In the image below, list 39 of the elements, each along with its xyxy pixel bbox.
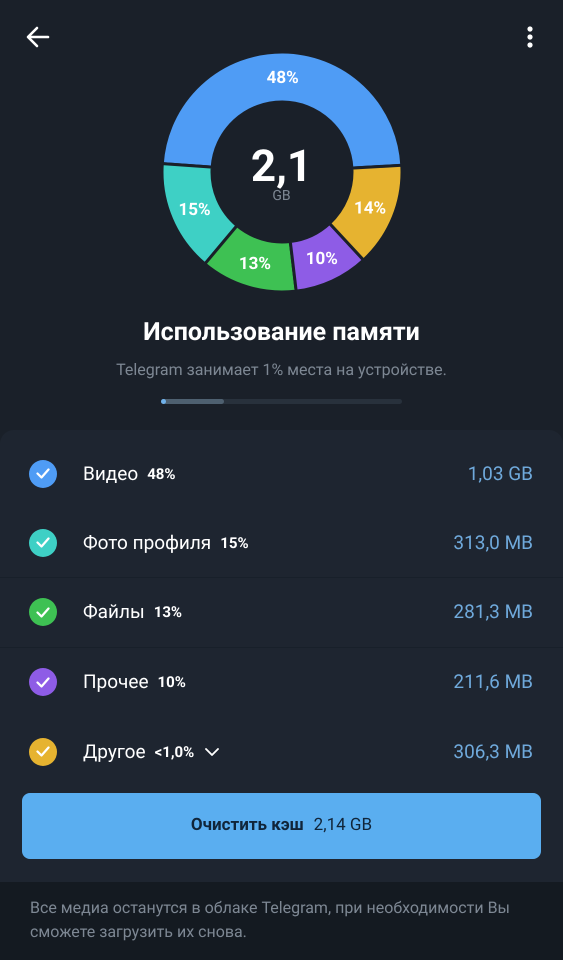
more-icon[interactable] — [526, 26, 534, 48]
slice-label: 15% — [178, 200, 210, 220]
category-name: Фото профиля — [83, 530, 212, 556]
back-icon[interactable] — [26, 26, 50, 48]
total-unit: GB — [272, 188, 291, 204]
screen-title: Использование памяти — [143, 318, 420, 348]
check-icon — [36, 468, 50, 480]
check-icon — [36, 537, 50, 548]
category-percent: 48% — [147, 464, 176, 484]
chevron-down-icon[interactable] — [205, 748, 220, 756]
category-name: Видео — [83, 460, 138, 486]
category-size: 313,0 MB — [453, 530, 533, 556]
checkbox[interactable] — [29, 460, 57, 488]
total-size: 2,1 — [250, 144, 312, 188]
slice-label: 14% — [354, 198, 386, 219]
category-name: Другое — [83, 738, 146, 764]
category-percent: 15% — [220, 532, 249, 554]
clear-cache-button[interactable]: Очистить кэш 2,14 GB — [22, 792, 541, 858]
storage-description: Telegram занимает 1% места на устройстве. — [116, 359, 447, 381]
category-percent: 10% — [158, 672, 186, 693]
checkbox[interactable] — [29, 528, 57, 557]
check-icon — [36, 746, 50, 758]
checkbox[interactable] — [29, 738, 57, 766]
category-percent: <1,0% — [154, 742, 194, 762]
category-size: 306,3 MB — [453, 738, 533, 764]
slice-label: 48% — [266, 68, 298, 88]
slice-label: 13% — [238, 254, 270, 274]
check-icon — [36, 676, 50, 688]
category-name: Прочее — [83, 669, 149, 695]
category-size: 211,6 MB — [453, 669, 533, 695]
footer-note: Все медиа останутся в облаке Telegram, при необходимости Вы сможете загрузить их снова. — [30, 897, 511, 943]
category-size: 281,3 MB — [453, 599, 533, 625]
checkbox[interactable] — [29, 668, 57, 696]
checkbox[interactable] — [29, 598, 57, 626]
category-name: Файлы — [83, 599, 145, 625]
category-percent: 13% — [154, 602, 182, 623]
check-icon — [36, 606, 50, 618]
slice-label: 10% — [305, 249, 338, 270]
category-size: 1,03 GB — [468, 460, 533, 486]
